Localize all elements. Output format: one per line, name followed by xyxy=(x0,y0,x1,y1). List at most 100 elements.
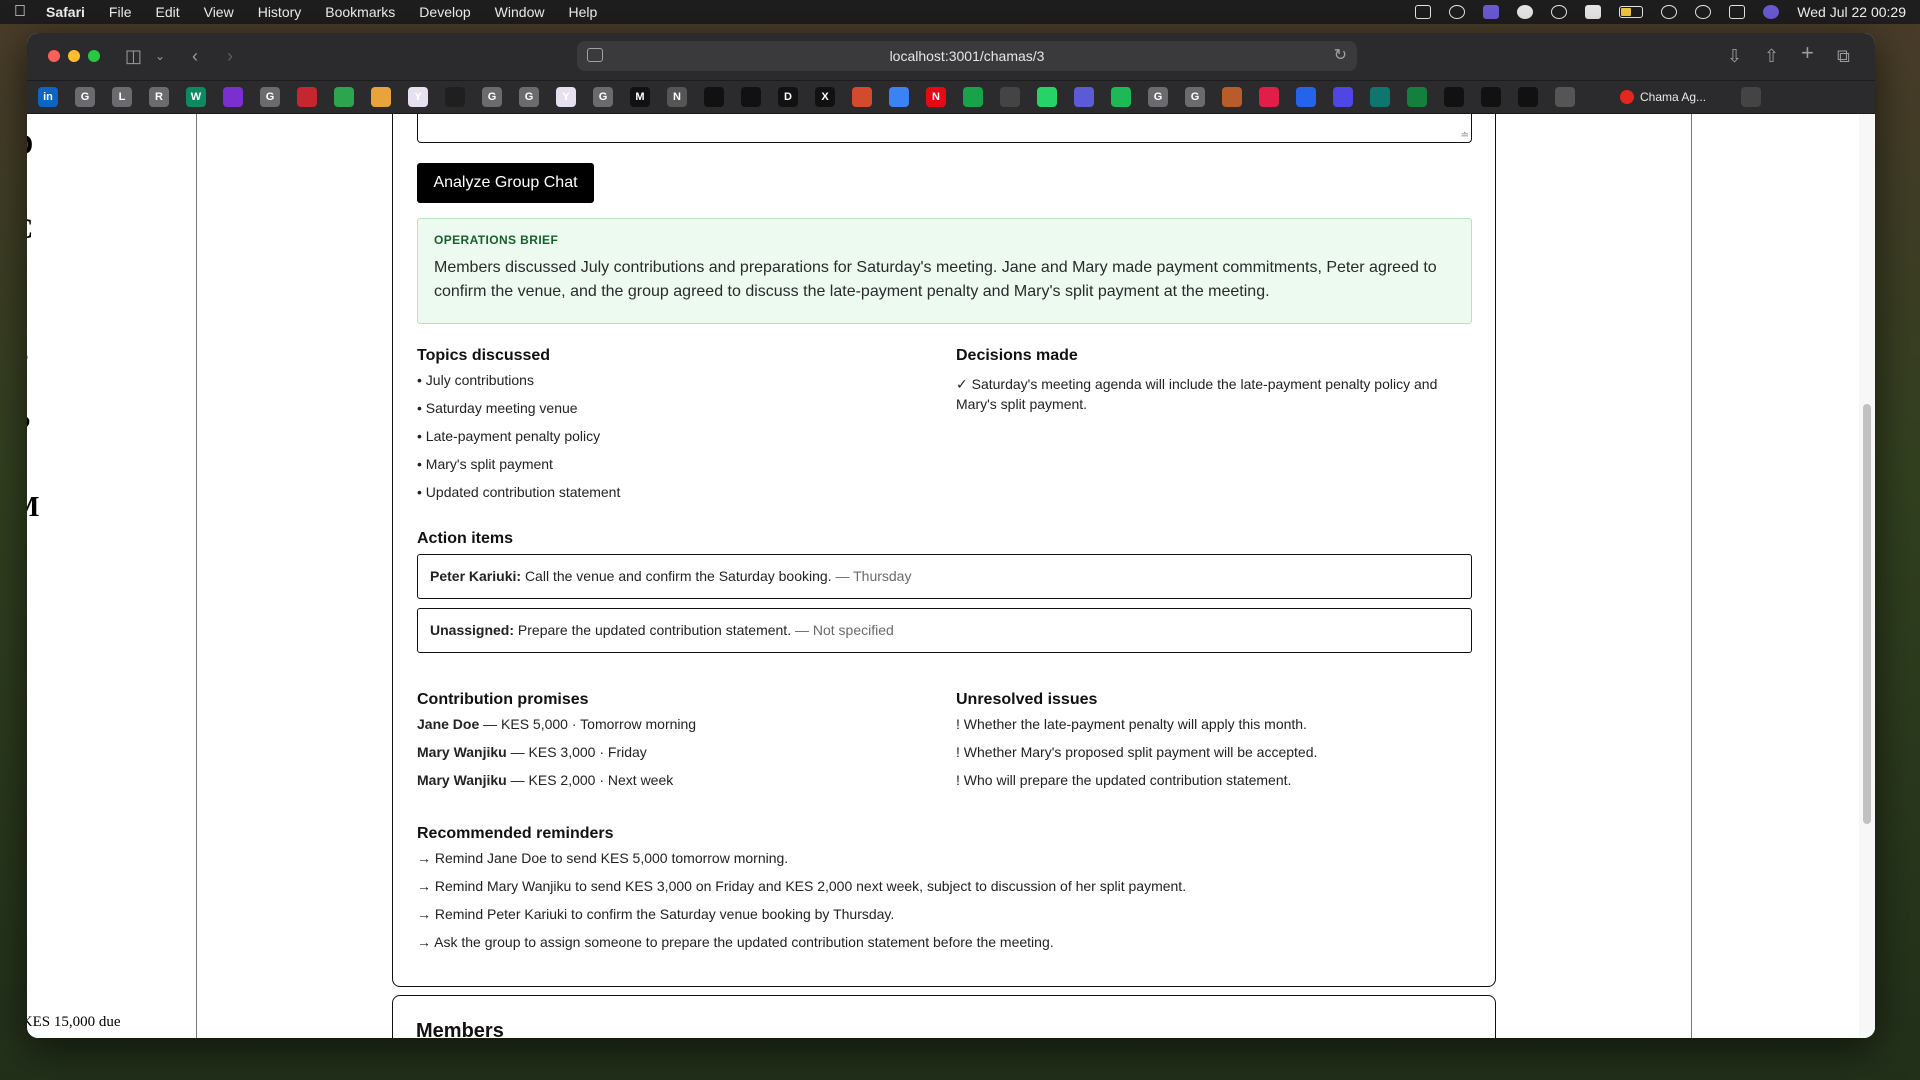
search-icon[interactable] xyxy=(1695,5,1712,19)
favorite-icon[interactable] xyxy=(1518,87,1538,107)
browser-toolbar: ◫ ⌄ ‹ › localhost:3001/chamas/3 ↻ ⇩ ⇧ + … xyxy=(27,33,1875,80)
favorite-icon[interactable]: D xyxy=(778,87,798,107)
favorite-icon[interactable]: G xyxy=(519,87,539,107)
sparkle-icon[interactable] xyxy=(1449,5,1466,19)
favorite-icon[interactable]: W xyxy=(186,87,206,107)
scrollbar[interactable] xyxy=(1859,114,1875,1038)
new-tab-icon[interactable]: + xyxy=(1801,42,1814,64)
keyboard-input-icon[interactable] xyxy=(1585,5,1602,19)
menu-bookmarks[interactable]: Bookmarks xyxy=(325,4,395,20)
favorite-tab-chama[interactable]: Chama Ag... xyxy=(1620,90,1706,104)
tab-overview-icon[interactable]: ⧉ xyxy=(1837,46,1850,66)
favorite-icon[interactable] xyxy=(1333,87,1353,107)
zoom-window-button[interactable] xyxy=(88,50,100,62)
topics-list: • July contributions • Saturday meeting … xyxy=(417,366,620,506)
menu-file[interactable]: File xyxy=(109,4,132,20)
favorite-icon[interactable] xyxy=(1555,87,1575,107)
favorite-icon[interactable] xyxy=(1000,87,1020,107)
list-item: ! Who will prepare the updated contribut… xyxy=(956,772,1292,788)
menu-help[interactable]: Help xyxy=(568,4,597,20)
close-window-button[interactable] xyxy=(48,50,60,62)
menu-view[interactable]: View xyxy=(204,4,234,20)
favorite-icon[interactable] xyxy=(371,87,391,107)
favorite-icon[interactable]: G xyxy=(260,87,280,107)
sidebar-toggle-icon[interactable]: ◫ xyxy=(125,46,142,66)
promises-list: Jane Doe — KES 5,000 · Tomorrow morning … xyxy=(417,710,696,794)
menu-edit[interactable]: Edit xyxy=(155,4,179,20)
favorite-icon[interactable] xyxy=(1037,87,1057,107)
wifi-icon[interactable] xyxy=(1661,5,1678,19)
menu-app-name[interactable]: Safari xyxy=(46,4,85,20)
minimize-window-button[interactable] xyxy=(68,50,80,62)
favorite-icon[interactable] xyxy=(1296,87,1316,107)
favorite-icon[interactable]: Y xyxy=(408,87,428,107)
action-due: — Thursday xyxy=(835,568,912,584)
favorite-icon[interactable]: G xyxy=(1148,87,1168,107)
favorite-icon[interactable] xyxy=(223,87,243,107)
menu-window[interactable]: Window xyxy=(495,4,545,20)
favorite-icon[interactable] xyxy=(1259,87,1279,107)
favorite-icon[interactable]: N xyxy=(667,87,687,107)
forward-icon[interactable]: › xyxy=(227,46,233,66)
favorite-icon[interactable] xyxy=(297,87,317,107)
screen-mirror-icon[interactable] xyxy=(1483,5,1500,19)
site-settings-icon[interactable] xyxy=(587,48,603,62)
members-title: Members xyxy=(416,1020,504,1038)
favorite-icon[interactable]: G xyxy=(593,87,613,107)
analyze-group-chat-button[interactable]: Analyze Group Chat xyxy=(417,163,594,203)
favorite-icon[interactable]: M xyxy=(630,87,650,107)
promise-name: Mary Wanjiku xyxy=(417,744,507,760)
address-bar[interactable]: localhost:3001/chamas/3 ↻ xyxy=(577,41,1357,71)
chevron-down-icon[interactable]: ⌄ xyxy=(155,46,165,66)
favorite-icon[interactable] xyxy=(889,87,909,107)
battery-icon[interactable] xyxy=(1619,6,1644,18)
favorite-icon[interactable]: in xyxy=(38,87,58,107)
resize-handle-icon[interactable]: ≐ xyxy=(1461,130,1469,141)
favorite-icon[interactable]: G xyxy=(75,87,95,107)
control-center-icon[interactable] xyxy=(1729,5,1746,19)
favorite-icon[interactable] xyxy=(852,87,872,107)
favorite-icon[interactable] xyxy=(963,87,983,107)
menu-clock[interactable]: Wed Jul 22 00:29 xyxy=(1797,4,1906,20)
favorite-icon[interactable] xyxy=(1074,87,1094,107)
favorite-icon[interactable]: G xyxy=(482,87,502,107)
action-owner: Peter Kariuki: xyxy=(430,568,522,584)
play-icon[interactable] xyxy=(1551,5,1568,19)
favorite-icon[interactable]: R xyxy=(149,87,169,107)
list-item: Jane Doe — KES 5,000 · Tomorrow morning xyxy=(417,710,696,738)
favorite-icon[interactable] xyxy=(1222,87,1242,107)
apple-icon[interactable]:  xyxy=(14,3,26,21)
favorite-icon[interactable] xyxy=(1407,87,1427,107)
back-icon[interactable]: ‹ xyxy=(192,46,198,66)
gear-icon[interactable] xyxy=(1741,87,1762,107)
favorite-icon[interactable]: X xyxy=(815,87,835,107)
favorite-icon[interactable]: L xyxy=(112,87,132,107)
promise-name: Jane Doe xyxy=(417,716,480,732)
scrollbar-thumb[interactable] xyxy=(1863,404,1871,824)
chat-analysis-card: ≐ Analyze Group Chat OPERATIONS BRIEF Me… xyxy=(392,114,1496,987)
list-item: • July contributions xyxy=(417,372,534,388)
favorite-icon[interactable] xyxy=(1370,87,1390,107)
promise-detail: — KES 5,000 · Tomorrow morning xyxy=(483,716,697,732)
package-icon[interactable] xyxy=(1415,5,1432,19)
menu-develop[interactable]: Develop xyxy=(419,4,470,20)
favorite-icon[interactable] xyxy=(1444,87,1464,107)
share-icon[interactable]: ⇧ xyxy=(1764,46,1779,66)
downloads-icon[interactable]: ⇩ xyxy=(1727,46,1742,66)
favorite-icon[interactable] xyxy=(1481,87,1501,107)
favorite-icon[interactable]: G xyxy=(1185,87,1205,107)
favorite-icon[interactable] xyxy=(741,87,761,107)
favorite-icon[interactable]: Y xyxy=(556,87,576,107)
favorite-icon[interactable] xyxy=(334,87,354,107)
moon-icon[interactable] xyxy=(1517,5,1534,19)
favorite-icon[interactable] xyxy=(445,87,465,107)
reload-icon[interactable]: ↻ xyxy=(1334,45,1347,65)
chat-input-textarea[interactable]: ≐ xyxy=(417,114,1472,143)
favorite-tab-label: Chama Ag... xyxy=(1640,90,1707,104)
menu-history[interactable]: History xyxy=(258,4,302,20)
favorite-icon[interactable] xyxy=(704,87,724,107)
siri-icon[interactable] xyxy=(1763,5,1780,19)
favorite-icon[interactable]: N xyxy=(926,87,946,107)
favorite-icon[interactable] xyxy=(1111,87,1131,107)
status-tray: Wed Jul 22 00:29 xyxy=(1415,4,1906,20)
